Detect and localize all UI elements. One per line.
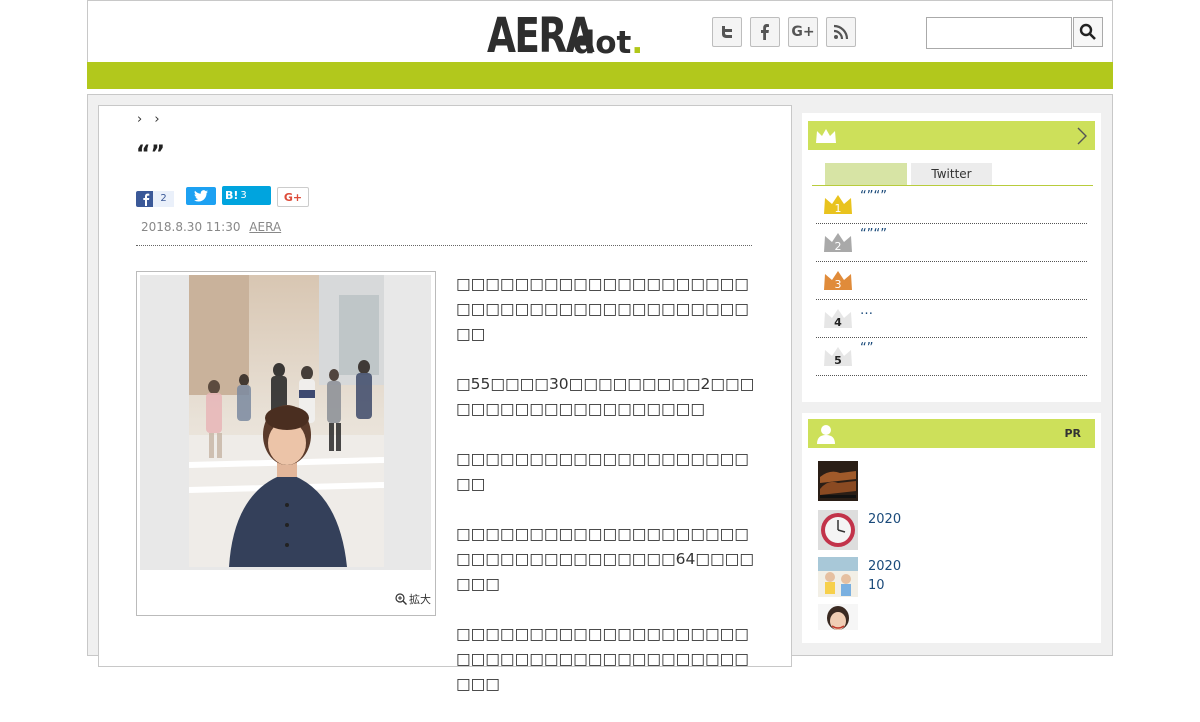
twitter-icon[interactable] [712,17,742,47]
person-icon [817,425,835,444]
crown-icon: 4 [824,309,852,329]
publish-date: 2018.8.30 11:30 [141,220,241,234]
source-link[interactable]: AERA [249,220,281,234]
hatena-label: B! [225,189,239,202]
facebook-icon[interactable] [750,17,780,47]
paragraph: □□□□□□□□□□□□□□□□□□□□□□□□□□□□□□□□□□□□□□□□… [456,275,749,343]
facebook-icon [143,193,150,206]
paragraph: □□□□□□□□□□□□□□□□□□□□□□□□□□□□□□□□□□□□□□□□… [456,625,749,693]
twitter-share-button[interactable] [186,187,216,205]
pr-header: PR [808,419,1095,448]
pr-thumbnail[interactable] [818,604,858,630]
article-meta: 2018.8.30 11:30 AERA [141,220,281,234]
crown-icon [816,129,836,143]
ranking-item[interactable]: 4 … [816,300,1087,338]
facebook-share-button[interactable]: 2 [136,191,174,207]
hatena-count: 3 [240,190,247,201]
gold-crown-icon: 1 [824,195,852,215]
logo-main-text: AERA [487,8,595,64]
breadcrumb-separator: › [154,112,160,127]
twitter-bird-icon [194,190,208,202]
hatena-bookmark-button[interactable]: B! 3 [222,186,271,205]
silver-crown-icon: 2 [824,233,852,253]
bronze-crown-icon: 3 [824,271,852,291]
pr-thumbnail[interactable] [818,461,858,501]
article-title: “” [136,142,165,167]
breadcrumb: › › [137,112,160,127]
ranking-item[interactable]: 2 “”“” [816,224,1087,262]
pr-item-text[interactable]: 2020 [868,510,901,529]
pr-thumbnail[interactable] [818,510,858,550]
chevron-right-icon [1077,127,1087,145]
svg-text:3: 3 [835,278,842,291]
breadcrumb-separator: › [137,112,143,127]
paragraph: □□□□□□□□□□□□□□□□□□□□□□□□□□□□□□□□□□□64□□□… [456,525,754,593]
facebook-share-count: 2 [153,191,174,207]
svg-text:5: 5 [834,354,842,367]
divider [136,245,752,246]
svg-text:2: 2 [835,240,842,253]
article-body: □□□□□□□□□□□□□□□□□□□□□□ □□□□□□□□□□□□□□□□□□… [456,272,756,722]
google-plus-icon[interactable]: G+ [788,17,818,47]
google-plus-share-button[interactable]: G+ [277,187,309,207]
pr-item-text[interactable]: 2020 10 [868,557,901,595]
pr-thumbnail[interactable] [818,557,858,597]
zoom-in-icon [395,593,407,605]
svg-text:1: 1 [835,202,842,215]
ranking-item-title: “”“” [860,227,887,242]
svg-text:4: 4 [834,316,842,329]
ranking-item-title: … [860,303,873,318]
paragraph: □55□□□□30□□□□□□□□□2□□□□□□□□□□□□□□□□□□□□ [456,375,755,418]
zoom-button[interactable]: 拡大 [395,591,431,607]
search-icon [1079,23,1096,40]
ranking-item-title: “”“” [860,189,887,204]
tab-twitter[interactable]: Twitter [911,163,992,185]
ranking-item[interactable]: 3 [816,262,1087,300]
nav-bar [87,62,1113,89]
tab-ranking-default[interactable] [825,163,907,185]
aera-dot-logo[interactable]: AERA dot. [487,8,643,60]
pr-label: PR [1064,427,1081,440]
search-input[interactable] [926,17,1072,49]
paragraph: □□□□□□□□□□□□□□□□□□□□□□ [456,450,749,493]
ranking-header[interactable] [808,121,1095,150]
crown-icon: 5 [824,347,852,367]
ranking-item[interactable]: 5 “” [816,338,1087,376]
search-button[interactable] [1073,17,1103,47]
rss-icon[interactable] [826,17,856,47]
ranking-item[interactable]: 1 “”“” [816,186,1087,224]
article-photo[interactable] [189,275,384,567]
zoom-label: 拡大 [409,593,431,606]
ranking-item-title: “” [860,341,874,356]
